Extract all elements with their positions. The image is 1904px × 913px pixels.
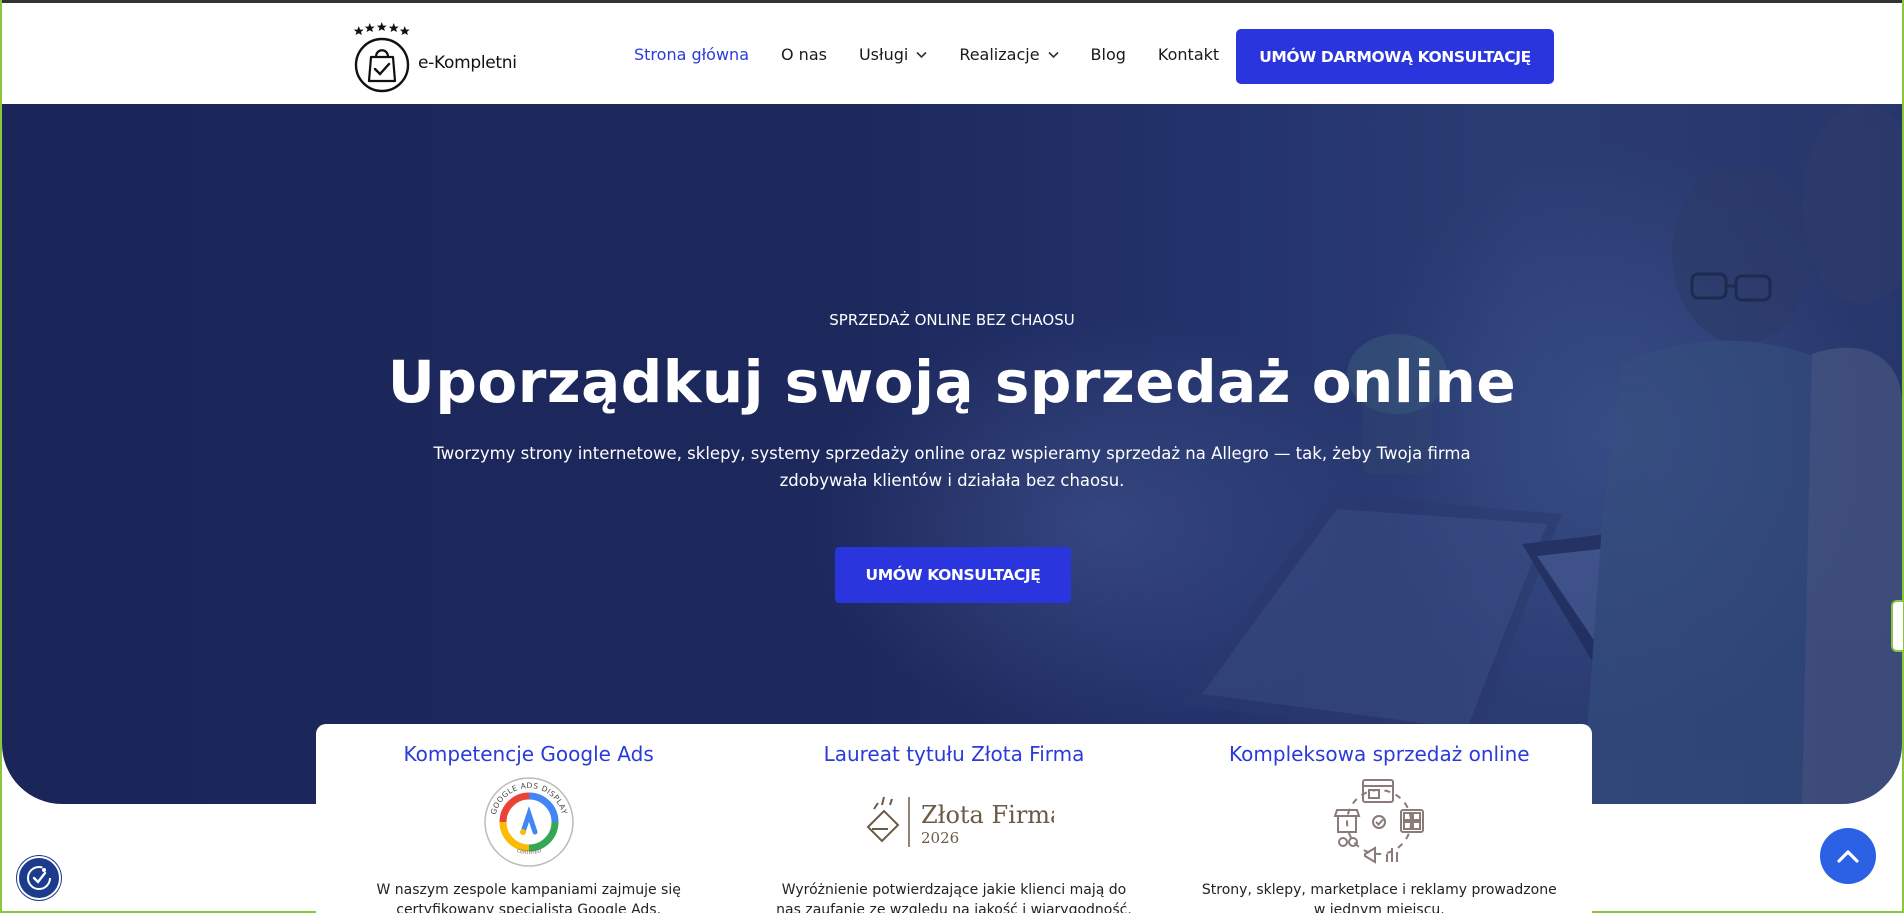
card-title: Kompetencje Google Ads [403, 742, 654, 766]
nav-item-kontakt[interactable]: Kontakt [1158, 45, 1219, 64]
chevron-up-icon [1837, 850, 1859, 863]
nav-label: Blog [1090, 45, 1126, 64]
features-cards: Kompetencje Google Ads GOOGLE ADS DISPLA… [316, 724, 1592, 913]
card-google-ads: Kompetencje Google Ads GOOGLE ADS DISPLA… [316, 724, 741, 913]
side-widget-tab[interactable] [1891, 600, 1903, 652]
card-zlota-firma: Laureat tytułu Złota Firma Złota Firma 2… [741, 724, 1166, 913]
nav-label: Usługi [858, 45, 909, 64]
card-title: Kompleksowa sprzedaż online [1229, 742, 1530, 766]
card-description: W naszym zespole kampaniami zajmuje się … [376, 882, 681, 913]
zlota-firma-logo-icon: Złota Firma 2026 [741, 776, 1166, 868]
card-title: Laureat tytułu Złota Firma [823, 742, 1085, 766]
svg-text:Złota Firma: Złota Firma [921, 801, 1054, 829]
google-ads-badge-icon: GOOGLE ADS DISPLAY CERTIFIED [316, 776, 741, 868]
nav-label: Kontakt [1157, 45, 1220, 64]
nav-label: Realizacje [959, 45, 1040, 64]
hero-headline: Uporządkuj swoją sprzedaż online [387, 348, 1517, 416]
chevron-down-icon [916, 51, 927, 58]
chevron-down-icon [1047, 51, 1059, 58]
nav-item-strona-glowna[interactable]: Strona główna [634, 45, 749, 64]
nav-item-blog[interactable]: Blog [1091, 45, 1126, 64]
logo-text: e-Kompletni [418, 53, 517, 73]
hero-subtext: Tworzymy strony internetowe, sklepy, sys… [433, 444, 1471, 490]
main-nav: Strona główna O nas Usługi Realizacje Bl… [634, 45, 1251, 64]
nav-label: O nas [781, 45, 827, 64]
shopping-bag-logo-icon [353, 22, 410, 93]
hero-section: SPRZEDAŻ ONLINE BEZ CHAOSU Uporządkuj sw… [2, 104, 1902, 804]
accessibility-button[interactable] [17, 856, 61, 900]
logo[interactable]: e-Kompletni [352, 21, 522, 93]
free-consultation-button[interactable]: UMÓW DARMOWĄ KONSULTACJĘ [1236, 29, 1554, 84]
svg-text:2026: 2026 [921, 829, 959, 847]
nav-item-o-nas[interactable]: O nas [781, 45, 827, 64]
scroll-to-top-button[interactable] [1820, 828, 1876, 884]
nav-label: Strona główna [634, 45, 749, 64]
hero-eyebrow: SPRZEDAŻ ONLINE BEZ CHAOSU [829, 311, 1075, 329]
card-online-sales: Kompleksowa sprzedaż online Strony, skle… [1167, 724, 1592, 913]
site-header: e-Kompletni Strona główna O nas Usługi R… [2, 0, 1902, 104]
consultation-button[interactable]: UMÓW KONSULTACJĘ [835, 547, 1071, 603]
card-description: Strony, sklepy, marketplace i reklamy pr… [1201, 882, 1557, 913]
card-description: Wyróżnienie potwierdzające jakie klienci… [776, 882, 1132, 913]
accessibility-icon [27, 866, 51, 890]
online-sales-icon [1167, 776, 1592, 868]
nav-item-realizacje[interactable]: Realizacje [959, 45, 1059, 64]
nav-item-uslugi[interactable]: Usługi [859, 45, 927, 64]
